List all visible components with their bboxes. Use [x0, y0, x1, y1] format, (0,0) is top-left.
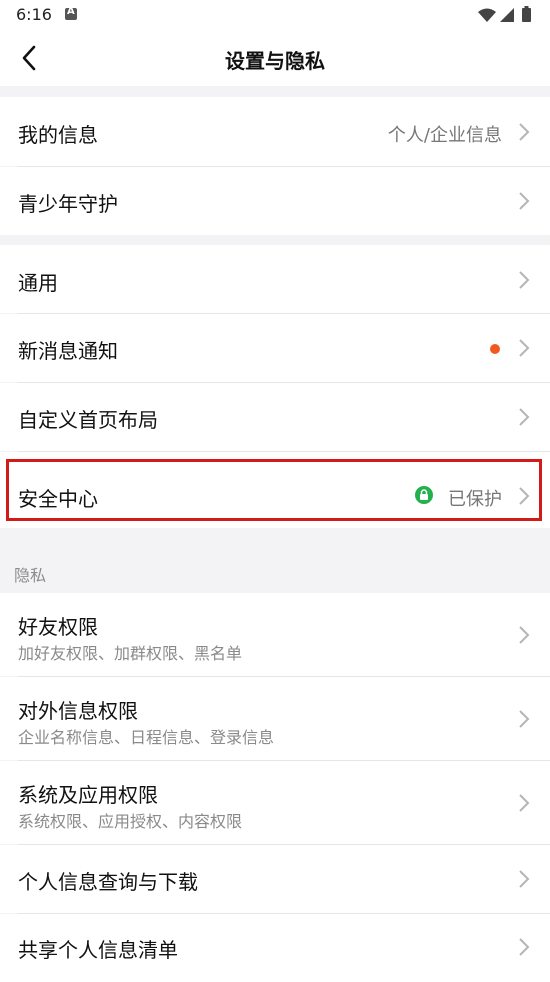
row-youth-protection[interactable]: 青少年守护: [0, 167, 550, 235]
row-friend-permissions[interactable]: 好友权限 加好友权限、加群权限、黑名单: [0, 593, 550, 676]
row-label: 共享个人信息清单: [18, 938, 178, 962]
row-subtitle: 企业名称信息、日程信息、登录信息: [18, 728, 275, 747]
wifi-icon: [478, 8, 496, 22]
chevron-right-icon: [519, 487, 530, 505]
chevron-right-icon: [519, 192, 530, 210]
row-label: 我的信息: [18, 123, 98, 147]
row-subtitle: 系统权限、应用授权、内容权限: [18, 812, 243, 831]
section-title-privacy: 隐私: [14, 566, 47, 585]
chevron-right-icon: [519, 339, 530, 357]
chevron-right-icon: [519, 408, 530, 426]
chevron-right-icon: [519, 710, 530, 728]
row-general[interactable]: 通用: [0, 245, 550, 313]
row-system-app-permissions[interactable]: 系统及应用权限 系统权限、应用授权、内容权限: [0, 761, 550, 844]
lock-icon: [415, 486, 433, 504]
row-label: 自定义首页布局: [18, 408, 158, 432]
row-personal-info-query[interactable]: 个人信息查询与下载: [0, 845, 550, 913]
chevron-right-icon: [519, 938, 530, 956]
row-label: 通用: [18, 271, 58, 295]
row-label: 青少年守护: [18, 192, 118, 216]
signal-icon: [500, 8, 514, 22]
chevron-right-icon: [519, 794, 530, 812]
row-label: 个人信息查询与下载: [18, 870, 198, 894]
row-label: 安全中心: [18, 487, 98, 511]
row-custom-home-layout[interactable]: 自定义首页布局: [0, 383, 550, 451]
row-security-center[interactable]: 安全中心 已保护: [0, 452, 550, 528]
unread-dot: [490, 344, 500, 354]
status-icons: [476, 6, 538, 28]
nav-bar: 设置与隐私: [0, 30, 550, 86]
chevron-right-icon: [519, 271, 530, 289]
row-label: 好友权限: [18, 615, 98, 639]
row-label: 系统及应用权限: [18, 783, 158, 807]
chevron-right-icon: [519, 870, 530, 888]
battery-icon: [522, 6, 531, 22]
row-label: 新消息通知: [18, 339, 118, 363]
row-external-info-permissions[interactable]: 对外信息权限 企业名称信息、日程信息、登录信息: [0, 677, 550, 760]
status-time: 6:16: [16, 5, 52, 24]
row-label: 对外信息权限: [18, 699, 138, 723]
row-new-message-notification[interactable]: 新消息通知: [0, 314, 550, 382]
page-title: 设置与隐私: [225, 49, 325, 73]
security-status: 已保护: [448, 489, 502, 510]
row-my-info[interactable]: 我的信息 个人/企业信息: [0, 97, 550, 166]
status-bar: 6:16: [0, 0, 550, 30]
chevron-right-icon: [519, 123, 530, 141]
row-subtitle: 加好友权限、加群权限、黑名单: [18, 644, 243, 663]
chevron-right-icon: [519, 626, 530, 644]
row-shared-info-list[interactable]: 共享个人信息清单: [0, 914, 550, 982]
notification-icon: [65, 6, 77, 20]
row-value: 个人/企业信息: [387, 125, 502, 146]
